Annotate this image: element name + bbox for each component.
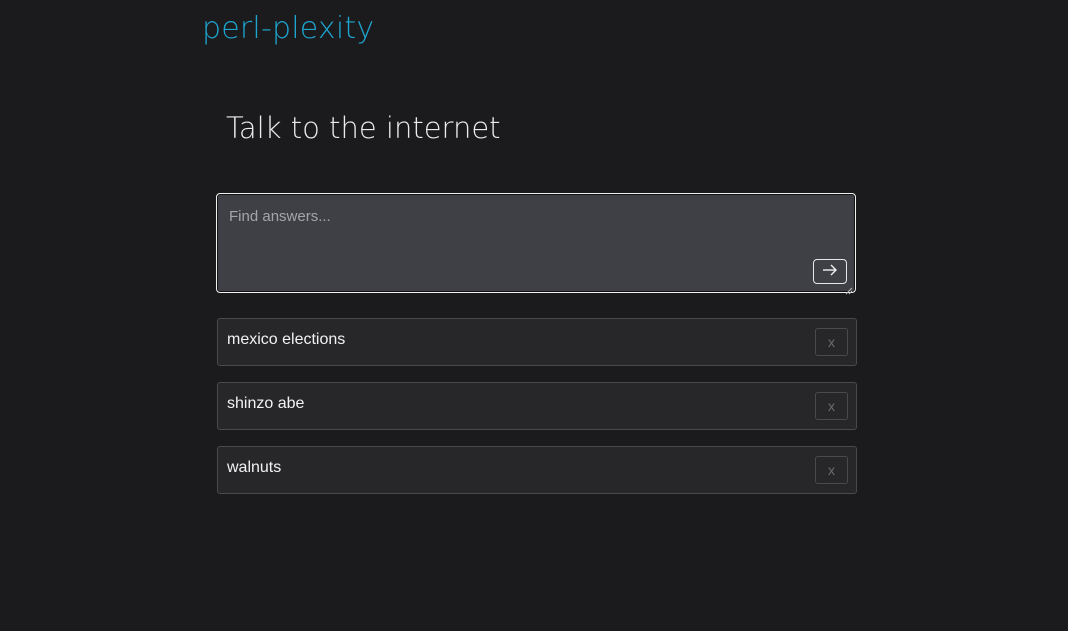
submit-button[interactable] [813, 259, 847, 284]
page: perl-plexity Talk to the internet mexico… [0, 0, 1068, 631]
brand-logo-link[interactable]: perl-plexity [202, 11, 374, 46]
search-input[interactable] [219, 196, 853, 290]
history-item[interactable]: walnuts x [217, 446, 857, 494]
remove-button[interactable]: x [815, 328, 848, 356]
arrow-right-icon [822, 264, 838, 279]
history-item-label: mexico elections [227, 331, 346, 348]
history-item[interactable]: shinzo abe x [217, 382, 857, 430]
history-item-label: shinzo abe [227, 395, 305, 412]
resize-grip-icon[interactable] [845, 282, 853, 295]
history-list: mexico elections x shinzo abe x walnuts … [217, 318, 857, 510]
history-item-label: walnuts [227, 459, 282, 476]
history-item[interactable]: mexico elections x [217, 318, 857, 366]
page-title: Talk to the internet [226, 111, 501, 145]
remove-button[interactable]: x [815, 392, 848, 420]
search-box [216, 193, 856, 295]
remove-button[interactable]: x [815, 456, 848, 484]
